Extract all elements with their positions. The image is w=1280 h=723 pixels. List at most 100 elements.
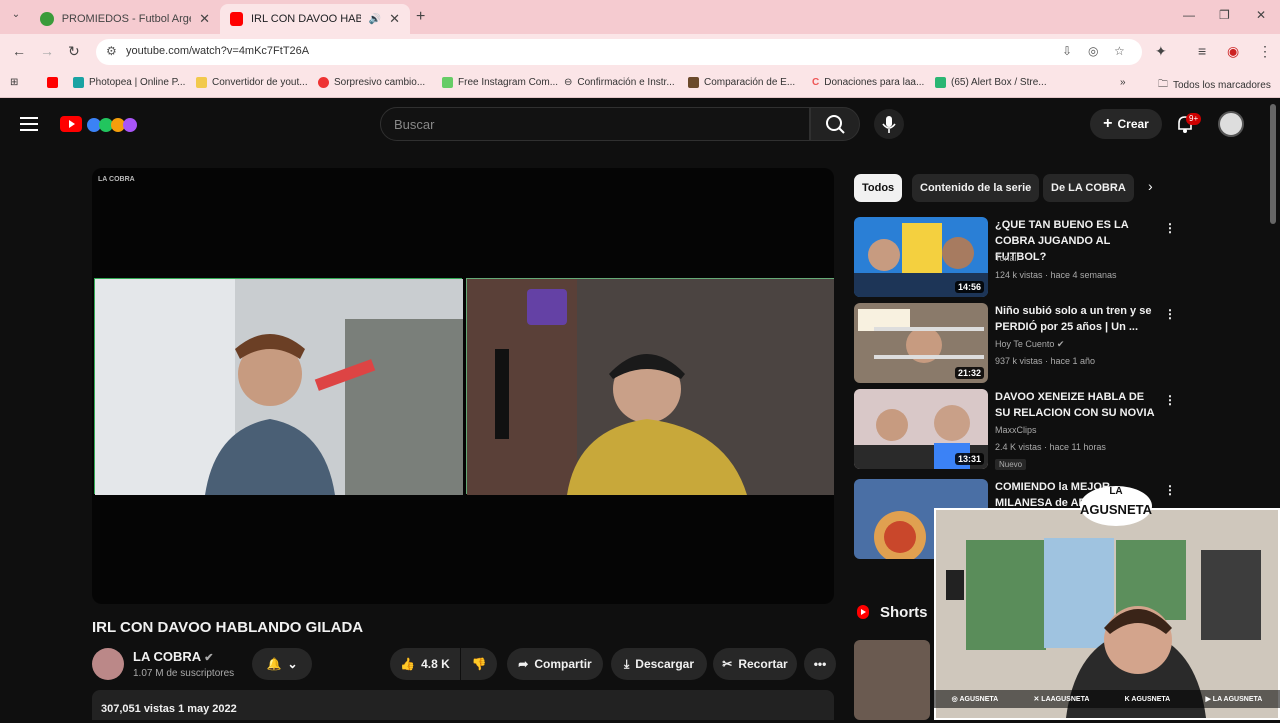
clip-button[interactable]: ✂ Recortar <box>713 648 797 680</box>
video-duration: 21:32 <box>954 367 984 379</box>
extensions-icon[interactable]: ✦ <box>1155 43 1167 60</box>
media-controls-icon[interactable]: ≡ <box>1198 43 1206 59</box>
instagram-tool-icon <box>442 77 453 88</box>
download-button[interactable]: ⤓ Descargar <box>611 648 707 680</box>
bookmark-star-icon[interactable]: ☆ <box>1114 44 1125 58</box>
video-title[interactable]: DAVOO XENEIZE HABLA DE SU RELACION CON S… <box>995 389 1155 421</box>
search-input[interactable]: Buscar <box>380 107 810 141</box>
account-avatar[interactable] <box>1218 111 1244 137</box>
more-vertical-icon[interactable]: ⋮ <box>1164 393 1176 407</box>
video-title[interactable]: Niño subió solo a un tren y se PERDIÓ po… <box>995 303 1155 335</box>
restore-icon[interactable]: ❐ <box>1219 8 1230 22</box>
channel-watermark: LA COBRA <box>98 176 135 183</box>
bookmark-comparacion[interactable]: Comparación de E... <box>688 77 795 88</box>
description-box[interactable]: 307,051 vistas 1 may 2022 <box>92 690 834 720</box>
apps-grid-icon[interactable]: ⊞ <box>10 77 18 88</box>
svg-text:AGUSNETA: AGUSNETA <box>1080 502 1153 517</box>
address-bar[interactable]: ⚙ youtube.com/watch?v=4mKc7FtT26A ⇩ ◎ ☆ <box>96 39 1142 65</box>
subscription-bell-button[interactable]: 🔔 ⌄ <box>252 648 312 680</box>
youtube-handle: ▶ LA AGUSNETA <box>1205 696 1263 703</box>
url-text[interactable]: youtube.com/watch?v=4mKc7FtT26A <box>126 45 309 57</box>
bookmark-label: (65) Alert Box / Stre... <box>951 77 1047 88</box>
share-button[interactable]: ➦ Compartir <box>507 648 603 680</box>
video-player[interactable]: LA COBRA <box>92 168 834 604</box>
more-bookmarks-icon[interactable]: » <box>1120 77 1126 88</box>
video-thumbnail[interactable]: 14:56 <box>854 217 988 297</box>
youtube-logo[interactable] <box>60 113 142 135</box>
channel-name[interactable]: LA COBRA ✔ <box>133 649 213 664</box>
tab-promiedos[interactable]: PROMIEDOS - Futbol Argentino ✕ <box>30 4 220 34</box>
more-menu-icon[interactable]: ⋮ <box>1258 43 1272 60</box>
navigation-bar: ← → ↻ ⚙ youtube.com/watch?v=4mKc7FtT26A … <box>0 34 1280 70</box>
video-title[interactable]: ¿QUE TAN BUENO ES LA COBRA JUGANDO AL FU… <box>995 217 1155 265</box>
search-icon <box>826 115 845 134</box>
video-channel[interactable]: Hoy Te Cuento ✔ <box>995 339 1064 350</box>
youtube-bookmark[interactable] <box>47 77 58 88</box>
video-thumbnail[interactable]: 21:32 <box>854 303 988 383</box>
tab-title: IRL CON DAVOO HABLANDO <box>251 13 361 25</box>
reload-icon[interactable]: ↻ <box>68 43 80 60</box>
close-window-icon[interactable]: ✕ <box>1256 8 1266 22</box>
chip-all[interactable]: Todos <box>854 174 903 202</box>
video-duration: 14:56 <box>954 281 984 293</box>
bookmark-convertidor[interactable]: Convertidor de yout... <box>196 77 308 88</box>
bookmark-alertbox[interactable]: (65) Alert Box / Stre... <box>935 77 1047 88</box>
recommended-video[interactable]: 21:32 Niño subió solo a un tren y se PER… <box>854 303 1176 385</box>
recommended-video[interactable]: 13:31 DAVOO XENEIZE HABLA DE SU RELACION… <box>854 389 1176 471</box>
streamer-webcam-overlay <box>934 508 1280 720</box>
channel-avatar[interactable] <box>92 648 124 680</box>
tab-youtube-active[interactable]: IRL CON DAVOO HABLANDO 🔊 ✕ <box>220 4 410 34</box>
chip-series-content[interactable]: Contenido de la serie <box>912 174 1040 202</box>
profile-icon[interactable]: ◉ <box>1227 43 1239 60</box>
chip-from-channel[interactable]: De LA COBRA <box>1043 174 1134 202</box>
social-text: LAAGUSNETA <box>1041 696 1090 703</box>
site-info-icon[interactable]: ⚙ <box>106 44 117 58</box>
eye-off-icon[interactable]: ◎ <box>1088 44 1098 58</box>
tab-search-dropdown-icon[interactable]: ⌄ <box>8 9 24 25</box>
shorts-heading: Shorts <box>880 604 928 621</box>
bookmark-instagram[interactable]: Free Instagram Com... <box>442 77 558 88</box>
subscriber-count: 1.07 M de suscriptores <box>133 668 235 679</box>
chevron-right-icon[interactable]: › <box>1148 178 1153 194</box>
video-channel[interactable]: MaxxClips <box>995 425 1037 435</box>
new-tab-icon[interactable]: + <box>416 8 425 26</box>
bookmark-label: Todos los marcadores <box>1173 80 1271 91</box>
more-actions-button[interactable]: ••• <box>804 648 836 680</box>
like-count: 4.8 K <box>421 657 450 671</box>
search-button[interactable] <box>810 107 860 141</box>
all-bookmarks[interactable]: 🗀 Todos los marcadores <box>1158 77 1271 94</box>
video-metadata: 2.4 K vistas · hace 11 horas <box>995 442 1106 452</box>
more-vertical-icon[interactable]: ⋮ <box>1164 307 1176 321</box>
video-thumbnail[interactable]: 13:31 <box>854 389 988 469</box>
install-app-icon[interactable]: ⇩ <box>1062 44 1072 58</box>
minimize-icon[interactable]: — <box>1183 8 1195 22</box>
cafecito-icon: C <box>812 77 820 88</box>
audio-playing-icon[interactable]: 🔊 <box>369 14 381 25</box>
bookmark-sorpresivo[interactable]: Sorpresivo cambio... <box>318 77 425 88</box>
more-vertical-icon[interactable]: ⋮ <box>1164 483 1176 497</box>
short-thumbnail[interactable] <box>854 640 930 720</box>
create-button[interactable]: + Crear <box>1090 109 1162 139</box>
instagram-handle: ◎ AGUSNETA <box>951 696 999 703</box>
bookmark-label: Free Instagram Com... <box>458 77 559 88</box>
dislike-button[interactable]: 👎 <box>461 648 497 680</box>
youtube-icon <box>47 77 58 88</box>
social-text: LA AGUSNETA <box>1212 696 1263 703</box>
recommended-video[interactable]: 14:56 ¿QUE TAN BUENO ES LA COBRA JUGANDO… <box>854 217 1176 299</box>
bookmark-donaciones[interactable]: C Donaciones para laa... <box>812 77 924 88</box>
page-scrollbar[interactable] <box>1270 104 1276 224</box>
forward-icon[interactable]: → <box>40 43 54 59</box>
like-button[interactable]: 👍 4.8 K <box>390 648 460 680</box>
more-vertical-icon[interactable]: ⋮ <box>1164 221 1176 235</box>
video-channel[interactable]: Tonali <box>995 253 1019 263</box>
close-tab-icon[interactable]: ✕ <box>199 11 210 27</box>
bookmark-confirmacion[interactable]: ⊖ Confirmación e Instr... <box>564 77 675 88</box>
hamburger-menu-icon[interactable] <box>20 117 38 131</box>
bookmark-photopea[interactable]: Photopea | Online P... <box>73 77 185 88</box>
webcam-left <box>94 278 463 495</box>
bookmark-label: Sorpresivo cambio... <box>334 77 426 88</box>
back-icon[interactable]: ← <box>12 43 26 59</box>
voice-search-button[interactable] <box>874 107 904 141</box>
views-and-date: 307,051 vistas 1 may 2022 <box>101 703 237 715</box>
close-tab-icon[interactable]: ✕ <box>389 11 400 27</box>
